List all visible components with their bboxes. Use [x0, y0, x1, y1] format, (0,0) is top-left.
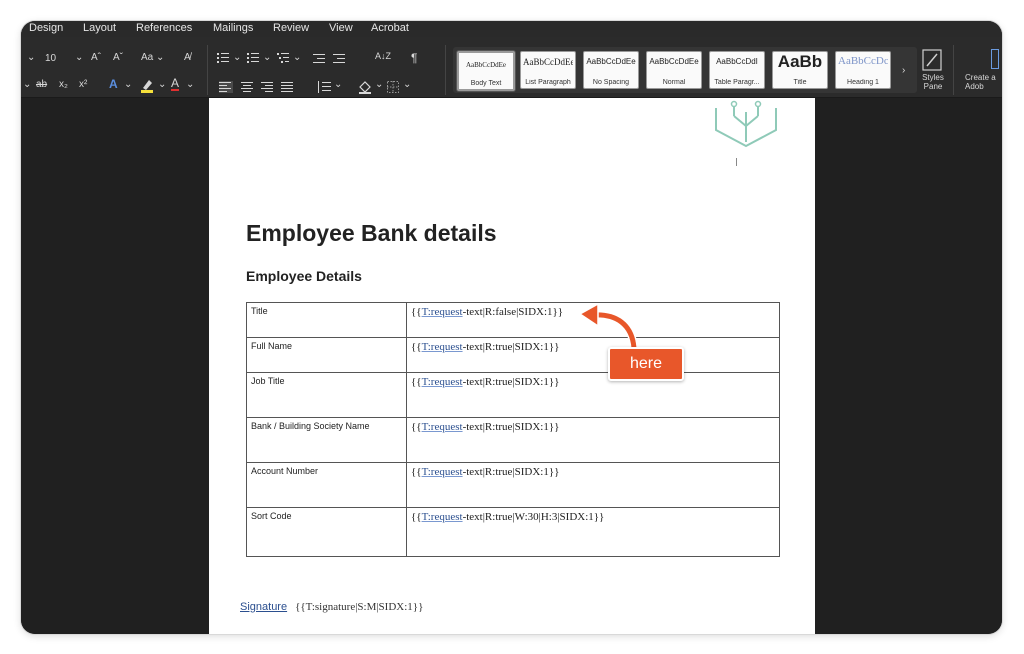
row-label: Sort Code — [246, 507, 407, 557]
shrink-font-button[interactable]: Aˇ — [113, 52, 123, 63]
text-effects-icon[interactable]: A — [109, 77, 118, 91]
menu-review[interactable]: Review — [273, 22, 309, 34]
row-field-tag[interactable]: {{T:request-text|R:true|SIDX:1}} — [406, 372, 780, 418]
multilevel-list-icon[interactable] — [277, 53, 289, 63]
bullets-icon[interactable] — [217, 53, 229, 63]
line-spacing-icon[interactable] — [317, 81, 331, 93]
divider — [953, 45, 954, 95]
align-center-icon[interactable] — [241, 82, 253, 92]
text-cursor — [736, 158, 737, 166]
style-heading-1[interactable]: AaBbCcDc Heading 1 — [835, 51, 891, 89]
company-logo — [715, 100, 777, 148]
style-list-paragraph[interactable]: AaBbCcDdEe List Paragraph — [520, 51, 576, 89]
styles-pane-button[interactable]: Styles Pane — [919, 73, 947, 91]
create-adobe-pdf-button[interactable]: Create a Adob — [965, 73, 1002, 91]
numbering-icon[interactable] — [247, 53, 259, 63]
font-size-field[interactable]: 10 — [45, 53, 56, 64]
chevron-right-icon[interactable]: › — [902, 65, 905, 76]
details-table: Title {{T:request-text|R:false|SIDX:1}} … — [246, 302, 780, 557]
style-body-text[interactable]: AaBbCcDdEe Body Text — [457, 51, 515, 91]
divider — [207, 45, 208, 95]
shading-icon[interactable] — [357, 79, 373, 95]
signature-label: Signature — [240, 601, 288, 613]
subscript-button[interactable]: x₂ — [59, 79, 68, 90]
menu-mailings[interactable]: Mailings — [213, 22, 253, 34]
chevron-down-icon[interactable]: ⌄ — [186, 79, 194, 90]
row-label: Bank / Building Society Name — [246, 417, 407, 463]
app-window: Design Layout References Mailings Review… — [21, 21, 1002, 634]
styles-gallery: AaBbCcDdEe Body Text AaBbCcDdEe List Par… — [453, 47, 917, 93]
row-label: Title — [246, 302, 407, 338]
strikethrough-button[interactable]: ab — [36, 79, 47, 90]
style-normal[interactable]: AaBbCcDdEe Normal — [646, 51, 702, 89]
clear-formatting-button[interactable]: A̸ — [184, 52, 191, 63]
styles-pane-icon[interactable] — [921, 49, 945, 71]
ribbon: ⌄ 10 ⌄ Aˆ Aˇ Aa ⌄ A̸ ⌄ ab x₂ x² A ⌄ ⌄ A … — [21, 37, 1002, 98]
chevron-down-icon[interactable]: ⌄ — [124, 79, 132, 90]
table-row: Full Name {{T:request-text|R:true|SIDX:1… — [246, 337, 780, 373]
section-heading: Employee Details — [246, 268, 362, 284]
chevron-down-icon[interactable]: ⌄ — [263, 52, 271, 63]
style-no-spacing[interactable]: AaBbCcDdEe No Spacing — [583, 51, 639, 89]
table-row: Sort Code {{T:request-text|R:true|W:30|H… — [246, 507, 780, 557]
chevron-down-icon[interactable]: ⌄ — [23, 79, 31, 90]
document-page[interactable]: Employee Bank details Employee Details T… — [209, 98, 815, 634]
chevron-down-icon[interactable]: ⌄ — [27, 52, 35, 63]
menu-design[interactable]: Design — [29, 22, 63, 34]
chevron-down-icon[interactable]: ⌄ — [403, 79, 411, 90]
row-field-tag[interactable]: {{T:request-text|R:true|W:30|H:3|SIDX:1}… — [406, 507, 780, 557]
document-title: Employee Bank details — [246, 220, 497, 246]
table-row: Account Number {{T:request-text|R:true|S… — [246, 462, 780, 508]
table-row: Job Title {{T:request-text|R:true|SIDX:1… — [246, 372, 780, 418]
menu-layout[interactable]: Layout — [83, 22, 116, 34]
style-table-paragraph[interactable]: AaBbCcDdI Table Paragr... — [709, 51, 765, 89]
menu-references[interactable]: References — [136, 22, 192, 34]
align-right-icon[interactable] — [261, 82, 273, 92]
chevron-down-icon[interactable]: ⌄ — [158, 79, 166, 90]
row-field-tag[interactable]: {{T:request-text|R:true|SIDX:1}} — [406, 462, 780, 508]
signature-line: Signature {{T:signature|S:M|SIDX:1}} — [240, 601, 423, 613]
row-field-tag[interactable]: {{T:request-text|R:true|SIDX:1}} — [406, 417, 780, 463]
signature-field-tag[interactable]: {{T:signature|S:M|SIDX:1}} — [295, 601, 423, 613]
chevron-down-icon[interactable]: ⌄ — [375, 79, 383, 90]
highlighter-icon[interactable] — [139, 77, 155, 93]
chevron-down-icon[interactable]: ⌄ — [233, 52, 241, 63]
chevron-down-icon[interactable]: ⌄ — [293, 52, 301, 63]
chevron-down-icon[interactable]: ⌄ — [75, 52, 83, 63]
align-left-icon[interactable] — [219, 81, 233, 93]
row-label: Full Name — [246, 337, 407, 373]
decrease-indent-icon[interactable] — [313, 54, 325, 63]
table-row: Title {{T:request-text|R:false|SIDX:1}} — [246, 302, 780, 338]
sort-button[interactable]: A↓Z — [375, 51, 391, 61]
borders-icon[interactable] — [387, 81, 399, 93]
superscript-button[interactable]: x² — [79, 79, 87, 90]
grow-font-button[interactable]: Aˆ — [91, 52, 101, 63]
change-case-button[interactable]: Aa ⌄ — [141, 52, 164, 63]
document-canvas: Employee Bank details Employee Details T… — [21, 98, 1002, 634]
menu-acrobat[interactable]: Acrobat — [371, 22, 409, 34]
menu-bar: Design Layout References Mailings Review… — [21, 21, 1002, 37]
paragraph-mark-button[interactable]: ¶ — [411, 51, 417, 65]
justify-icon[interactable] — [281, 82, 293, 92]
row-label: Job Title — [246, 372, 407, 418]
font-color-icon[interactable]: A — [171, 77, 180, 91]
annotation-label: here — [608, 347, 684, 381]
divider — [445, 45, 446, 95]
row-label: Account Number — [246, 462, 407, 508]
table-row: Bank / Building Society Name {{T:request… — [246, 417, 780, 463]
alignment-buttons — [219, 81, 293, 93]
menu-view[interactable]: View — [329, 22, 353, 34]
increase-indent-icon[interactable] — [333, 54, 345, 63]
indent-buttons — [313, 54, 345, 63]
adobe-pdf-icon[interactable] — [991, 49, 999, 69]
style-title[interactable]: AaBb Title — [772, 51, 828, 89]
chevron-down-icon[interactable]: ⌄ — [334, 79, 342, 90]
